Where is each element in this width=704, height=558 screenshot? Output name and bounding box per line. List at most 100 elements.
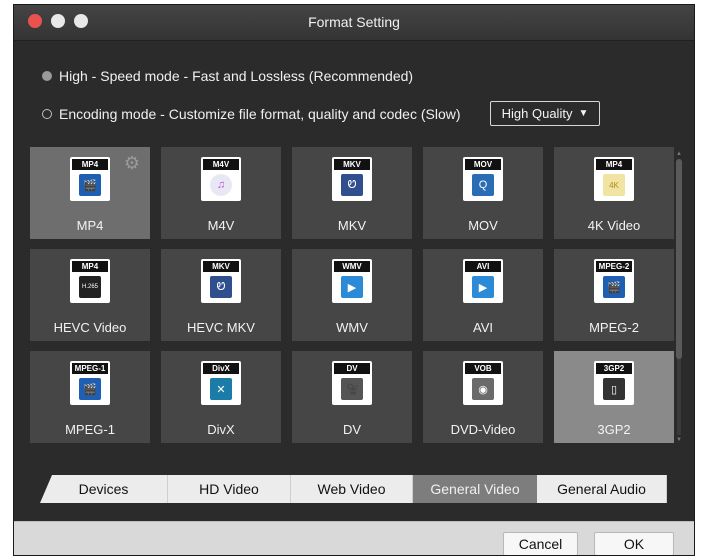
format-tile-mpeg-2[interactable]: MPEG-2 🎬 MPEG-2 — [554, 249, 674, 341]
divx-icon: ✕ — [210, 378, 232, 400]
clapperboard-icon: 🎬 — [603, 276, 625, 298]
format-label: M4V — [207, 218, 235, 233]
dvd-icon: ◉ — [472, 378, 494, 400]
file-format-tag: DivX — [203, 363, 239, 374]
file-icon: MPEG-1 🎬 — [70, 361, 110, 405]
speed-mode-radio[interactable] — [42, 71, 52, 81]
tab-general-video[interactable]: General Video — [413, 475, 537, 503]
format-label: DVD-Video — [450, 422, 516, 437]
file-format-tag: 3GP2 — [596, 363, 632, 374]
file-icon: DV 🎥 — [332, 361, 372, 405]
file-format-tag: MOV — [465, 159, 501, 170]
file-format-tag: MPEG-1 — [72, 363, 108, 374]
file-format-tag: MP4 — [72, 261, 108, 272]
tab-hd-video[interactable]: HD Video — [168, 475, 291, 503]
clapperboard-icon: 🎬 — [79, 174, 101, 196]
format-tile-divx[interactable]: DivX ✕ DivX — [161, 351, 281, 443]
format-setting-window: Format Setting High - Speed mode - Fast … — [13, 4, 695, 556]
file-format-tag: DV — [334, 363, 370, 374]
phone-icon: ▯ — [603, 378, 625, 400]
format-tile-dvd-video[interactable]: VOB ◉ DVD-Video — [423, 351, 543, 443]
format-tile-hevc-mkv[interactable]: MKV Ꮼ HEVC MKV — [161, 249, 281, 341]
window-title: Format Setting — [308, 14, 400, 30]
file-format-tag: M4V — [203, 159, 239, 170]
tab-web-video[interactable]: Web Video — [291, 475, 413, 503]
matroska-icon: Ꮼ — [341, 174, 363, 196]
file-icon: MP4 🎬 — [70, 157, 110, 201]
format-label: MPEG-2 — [589, 320, 639, 335]
file-format-tag: AVI — [465, 261, 501, 272]
file-format-tag: MKV — [334, 159, 370, 170]
format-label: MP4 — [76, 218, 104, 233]
format-label: MKV — [337, 218, 367, 233]
file-format-tag: WMV — [334, 261, 370, 272]
file-icon: MKV Ꮼ — [201, 259, 241, 303]
file-format-tag: MP4 — [72, 159, 108, 170]
file-icon: M4V ♫ — [201, 157, 241, 201]
matroska-icon: Ꮼ — [210, 276, 232, 298]
cancel-button[interactable]: Cancel — [503, 532, 578, 555]
file-icon: MPEG-2 🎬 — [594, 259, 634, 303]
format-label: WMV — [336, 320, 368, 335]
scroll-down-icon[interactable]: ▼ — [676, 437, 682, 443]
format-tile-dv[interactable]: DV 🎥 DV — [292, 351, 412, 443]
format-label: 4K Video — [587, 218, 641, 233]
format-tile-mkv[interactable]: MKV Ꮼ MKV — [292, 147, 412, 239]
format-label: HEVC MKV — [187, 320, 255, 335]
encoding-mode-radio[interactable] — [42, 109, 52, 119]
file-icon: VOB ◉ — [463, 361, 503, 405]
speed-mode-option[interactable]: High - Speed mode - Fast and Lossless (R… — [42, 68, 413, 84]
gear-icon[interactable]: ⚙ — [122, 153, 142, 173]
title-bar: Format Setting — [14, 5, 694, 41]
quicktime-icon: Q — [472, 174, 494, 196]
format-tile-mpeg-1[interactable]: MPEG-1 🎬 MPEG-1 — [30, 351, 150, 443]
file-icon: MOV Q — [463, 157, 503, 201]
format-tile-m4v[interactable]: M4V ♫ M4V — [161, 147, 281, 239]
scroll-thumb[interactable] — [676, 159, 682, 359]
quality-dropdown[interactable]: High Quality ▼ — [490, 101, 600, 126]
format-tile-avi[interactable]: AVI ▶ AVI — [423, 249, 543, 341]
tab-devices[interactable]: Devices — [40, 475, 168, 503]
file-icon: 3GP2 ▯ — [594, 361, 634, 405]
media-player-icon: ▶ — [341, 276, 363, 298]
hevc-badge-icon: H.265 — [79, 276, 101, 298]
4k-badge-icon: 4K — [603, 174, 625, 196]
music-note-icon: ♫ — [210, 174, 232, 196]
file-format-tag: VOB — [465, 363, 501, 374]
clapperboard-icon: 🎬 — [79, 378, 101, 400]
encoding-mode-option[interactable]: Encoding mode - Customize file format, q… — [42, 106, 461, 122]
file-icon: AVI ▶ — [463, 259, 503, 303]
format-label: 3GP2 — [597, 422, 631, 437]
format-tile-mov[interactable]: MOV Q MOV — [423, 147, 543, 239]
format-label: AVI — [473, 320, 493, 335]
speed-mode-label: High - Speed mode - Fast and Lossless (R… — [59, 68, 414, 84]
ok-button[interactable]: OK — [594, 532, 674, 555]
file-icon: MKV Ꮼ — [332, 157, 372, 201]
file-icon: MP4 4K — [594, 157, 634, 201]
tab-general-audio[interactable]: General Audio — [537, 475, 667, 503]
file-format-tag: MKV — [203, 261, 239, 272]
category-tabs: Devices HD Video Web Video General Video… — [40, 475, 670, 503]
format-tile-4k-video[interactable]: MP4 4K 4K Video — [554, 147, 674, 239]
format-label: MPEG-1 — [65, 422, 115, 437]
format-label: MOV — [468, 218, 498, 233]
chevron-down-icon: ▼ — [578, 108, 589, 119]
format-tile-3gp2[interactable]: 3GP2 ▯ 3GP2 — [554, 351, 674, 443]
dialog-footer: Cancel OK — [14, 521, 694, 555]
format-label: DivX — [207, 422, 235, 437]
file-icon: WMV ▶ — [332, 259, 372, 303]
file-icon: DivX ✕ — [201, 361, 241, 405]
media-player-icon: ▶ — [472, 276, 494, 298]
format-label: DV — [342, 422, 362, 437]
format-grid-scrollbar[interactable]: ▲ ▼ — [676, 151, 682, 443]
format-tile-wmv[interactable]: WMV ▶ WMV — [292, 249, 412, 341]
file-format-tag: MPEG-2 — [596, 261, 632, 272]
encoding-mode-label: Encoding mode - Customize file format, q… — [59, 106, 461, 122]
format-label: HEVC Video — [53, 320, 127, 335]
camcorder-icon: 🎥 — [341, 378, 363, 400]
file-icon: MP4 H.265 — [70, 259, 110, 303]
format-tile-mp4[interactable]: MP4 🎬 ⚙ MP4 — [30, 147, 150, 239]
scroll-up-icon[interactable]: ▲ — [676, 151, 682, 157]
file-format-tag: MP4 — [596, 159, 632, 170]
format-tile-hevc-video[interactable]: MP4 H.265 HEVC Video — [30, 249, 150, 341]
